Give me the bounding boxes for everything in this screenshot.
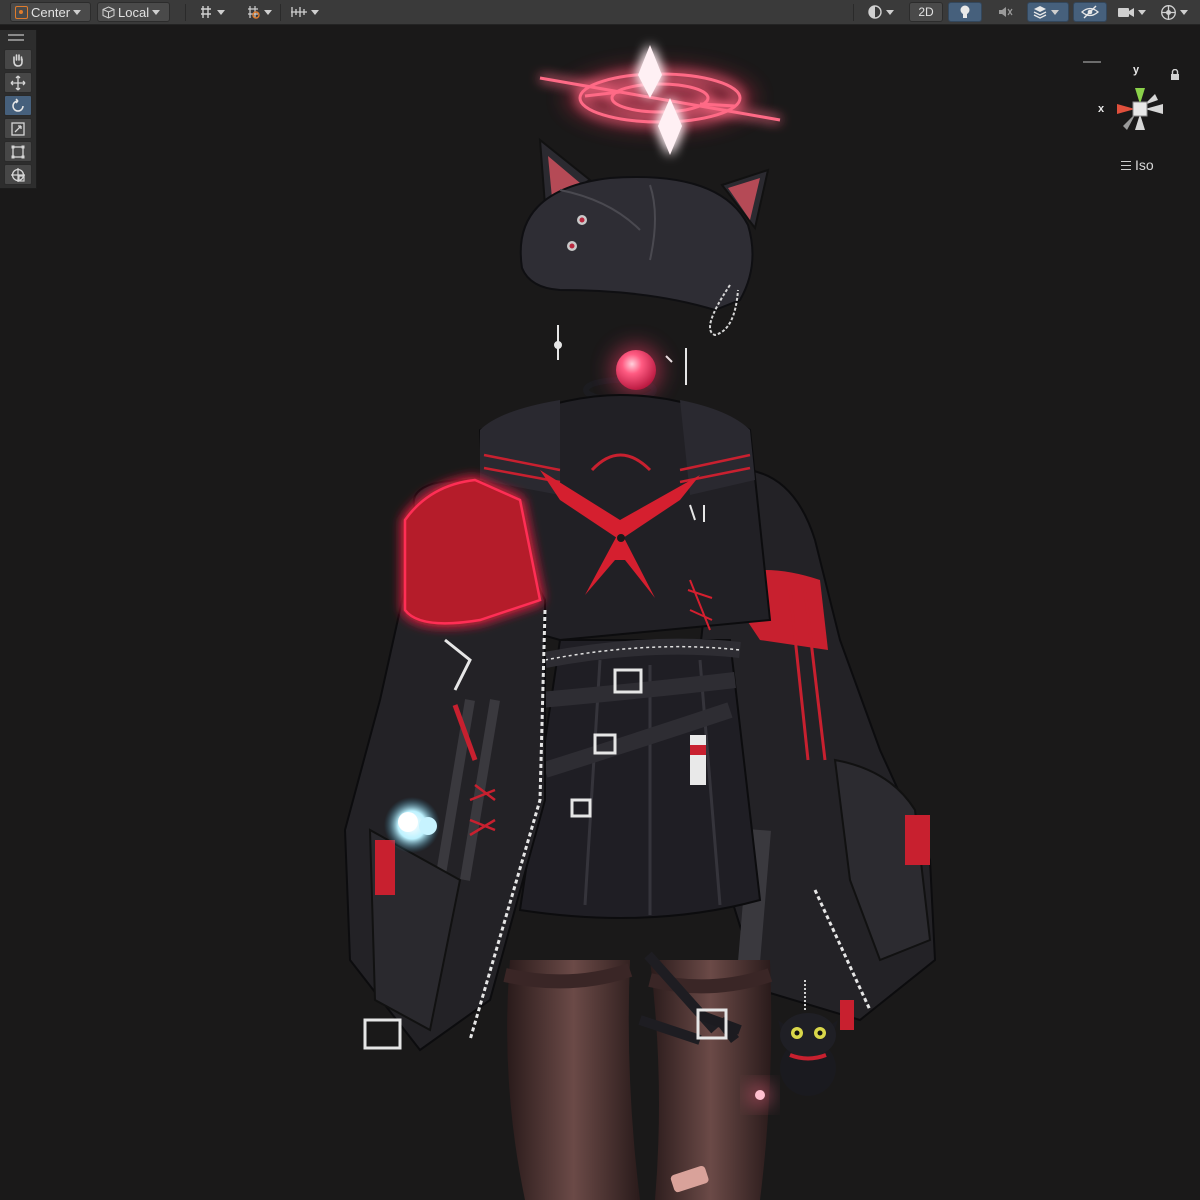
axis-y-label: y [1133, 64, 1140, 76]
transform-tool-button[interactable] [4, 164, 32, 185]
effects-layers-icon [1033, 6, 1047, 19]
palette-grip[interactable] [8, 39, 24, 41]
gizmos-dropdown[interactable] [1155, 2, 1197, 22]
effects-dropdown[interactable] [1027, 2, 1069, 22]
ruler-settings-button[interactable] [285, 2, 325, 22]
pivot-rotation-label: Local [118, 4, 150, 20]
hidden-eye-icon [1081, 5, 1099, 19]
pivot-mode-label: Center [31, 4, 71, 20]
scale-icon [11, 121, 25, 136]
scene-toolbar: Center Local 2D [0, 0, 1200, 25]
rotate-tool-button[interactable] [4, 95, 32, 116]
pivot-mode-dropdown[interactable]: Center [10, 2, 91, 22]
legs [503, 951, 773, 1200]
palette-grip[interactable] [8, 34, 24, 36]
axis-x-label: x [1098, 103, 1105, 115]
light-bulb-icon [960, 5, 970, 18]
ruler-icon [291, 7, 307, 17]
chevron-down-icon [311, 9, 319, 15]
audio-mute-icon [999, 7, 1013, 17]
hand-tool-button[interactable] [4, 49, 32, 70]
pleated-skirt [518, 638, 762, 919]
grid-snapping-button[interactable] [193, 2, 235, 22]
transform-icon [11, 167, 25, 182]
draw-mode-dropdown[interactable] [862, 2, 904, 22]
chevron-down-icon [886, 9, 894, 15]
chevron-down-icon [73, 9, 82, 15]
chevron-down-icon [1180, 9, 1188, 15]
chevron-down-icon [1138, 9, 1146, 15]
cube-icon [102, 5, 115, 19]
lighting-toggle-button[interactable] [948, 2, 982, 22]
camera-icon [1118, 7, 1134, 17]
chevron-down-icon [1051, 9, 1059, 15]
cat-ear-hat [519, 137, 770, 337]
rotate-icon [12, 97, 24, 112]
projection-toggle[interactable]: Iso [1121, 157, 1154, 173]
chevron-down-icon [152, 9, 161, 15]
pivot-rotation-dropdown[interactable]: Local [97, 2, 170, 22]
orientation-gizmo[interactable] [1095, 64, 1185, 154]
pivot-center-icon [15, 5, 28, 19]
increment-snapping-button[interactable] [240, 2, 280, 22]
gizmos-globe-icon [1161, 4, 1176, 20]
audio-toggle-button[interactable] [988, 2, 1022, 22]
projection-label: Iso [1135, 157, 1154, 173]
grid-snap-icon [201, 6, 211, 18]
scene-visibility-button[interactable] [1073, 2, 1107, 22]
rect-transform-icon [11, 145, 25, 158]
chevron-down-icon [264, 9, 272, 15]
overlay-grip[interactable] [1083, 61, 1101, 63]
scene-render [343, 45, 937, 1200]
neon-halo [539, 45, 781, 155]
menu-icon [1121, 160, 1131, 170]
toolbar-divider [853, 4, 854, 21]
chevron-down-icon [217, 9, 225, 15]
camera-settings-dropdown[interactable] [1112, 2, 1152, 22]
move-icon [10, 75, 26, 90]
toolbar-divider [280, 4, 281, 21]
scene-viewport[interactable]: y x Iso [0, 26, 1200, 1200]
hand-icon [13, 53, 23, 67]
toggle-2d-label: 2D [918, 5, 934, 19]
shading-sphere-icon [868, 5, 882, 19]
toolbar-divider [185, 4, 186, 21]
scale-tool-button[interactable] [4, 118, 32, 139]
move-tool-button[interactable] [4, 72, 32, 93]
rect-tool-button[interactable] [4, 141, 32, 162]
toggle-2d-button[interactable]: 2D [909, 2, 943, 22]
tool-palette [0, 30, 37, 189]
increment-snap-icon [248, 6, 260, 19]
